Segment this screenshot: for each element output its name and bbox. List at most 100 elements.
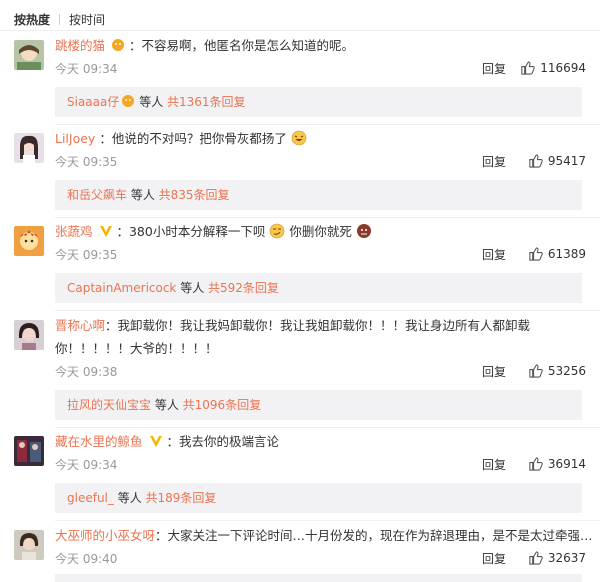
comment-content: ：380小时本分解释一下呗 bbox=[116, 224, 266, 239]
comment-content: ：我卸载你！我让我妈卸载你！我让我姐卸载你！！！我让身边所有人都卸载 bbox=[105, 318, 531, 333]
like-count: 53256 bbox=[547, 363, 586, 378]
member-badge-icon bbox=[111, 38, 125, 52]
sort-by-hot-tab[interactable]: 按热度 bbox=[14, 11, 50, 28]
comment-time: 今天 09:34 bbox=[55, 62, 118, 76]
like-button[interactable]: 53256 bbox=[528, 363, 586, 378]
comment-meta: 今天 09:40 回复 32637 bbox=[55, 550, 586, 568]
avatar[interactable] bbox=[14, 40, 44, 70]
sub-replies-box-partial bbox=[55, 574, 582, 582]
username-link[interactable]: 大巫师的小巫女呀 bbox=[55, 528, 155, 543]
thumbs-up-icon bbox=[529, 364, 543, 378]
avatar[interactable] bbox=[14, 530, 44, 560]
etc-label: 等人 bbox=[151, 398, 183, 412]
comment-content-tail: 你删你就死 bbox=[289, 224, 352, 239]
verified-v-icon bbox=[99, 224, 113, 238]
smirk-emoji-icon bbox=[269, 223, 285, 239]
sub-replies-box[interactable]: CaptainAmericock 等人 共592条回复 bbox=[55, 273, 582, 303]
sub-reply-user[interactable]: 拉风的天仙宝宝 bbox=[67, 398, 151, 412]
username-link[interactable]: 跳楼的猫 bbox=[55, 38, 105, 53]
sub-reply-count[interactable]: 共835条回复 bbox=[159, 188, 230, 202]
comment-text: 张蔬鸡 ：380小时本分解释一下呗 你删你就死 bbox=[55, 222, 586, 242]
comment-content: ：他说的不对吗？把你骨灰都扬了 bbox=[99, 131, 287, 146]
reply-button[interactable]: 回复 bbox=[482, 550, 506, 567]
sub-reply-user[interactable]: 和岳父飙车 bbox=[67, 188, 127, 202]
sub-reply-user[interactable]: Siaaaa仔 bbox=[67, 95, 119, 109]
avatar[interactable] bbox=[14, 320, 44, 350]
sub-reply-user[interactable]: CaptainAmericock bbox=[67, 281, 176, 295]
comment-meta: 今天 09:35 回复 95417 bbox=[55, 153, 586, 171]
comment-time: 今天 09:34 bbox=[55, 458, 118, 472]
comment-text: 藏在水里的鲸鱼 ：我去你的极端言论 bbox=[55, 432, 586, 452]
comment-content: ：大家关注一下评论时间…十月份发的，现在作为辞退理由，是不是太过牵强… bbox=[155, 528, 593, 543]
comment-text: 大巫师的小巫女呀：大家关注一下评论时间…十月份发的，现在作为辞退理由，是不是太过… bbox=[55, 526, 593, 546]
sub-reply-count[interactable]: 共592条回复 bbox=[208, 281, 279, 295]
sort-by-time-tab[interactable]: 按时间 bbox=[69, 11, 105, 28]
comment-text: LilJoey ：他说的不对吗？把你骨灰都扬了 bbox=[55, 129, 586, 149]
avatar[interactable] bbox=[14, 436, 44, 466]
username-link[interactable]: 藏在水里的鲸鱼 bbox=[55, 434, 143, 449]
top-divider bbox=[0, 30, 600, 31]
comment-time: 今天 09:40 bbox=[55, 552, 118, 566]
comment-meta: 今天 09:38 回复 53256 bbox=[55, 363, 586, 381]
avatar[interactable] bbox=[14, 226, 44, 256]
comment-divider bbox=[55, 124, 600, 125]
comment-divider bbox=[55, 427, 600, 428]
avatar[interactable] bbox=[14, 133, 44, 163]
like-count: 36914 bbox=[547, 456, 586, 471]
like-count: 95417 bbox=[547, 153, 586, 168]
sub-reply-count[interactable]: 共1361条回复 bbox=[167, 95, 246, 109]
etc-label: 等人 bbox=[113, 491, 146, 505]
comment-content-line2: 你！！！！！大爷的！！！！ bbox=[55, 341, 218, 356]
username-link[interactable]: 张蔬鸡 bbox=[55, 224, 93, 239]
sort-divider bbox=[59, 13, 61, 25]
sub-reply-count[interactable]: 共1096条回复 bbox=[183, 398, 262, 412]
like-count: 61389 bbox=[547, 246, 586, 261]
sub-reply-user[interactable]: gleeful_ bbox=[67, 491, 114, 505]
comment-divider bbox=[55, 520, 600, 521]
comment-divider bbox=[55, 310, 600, 311]
thumbs-up-icon bbox=[529, 457, 543, 471]
comment-time: 今天 09:38 bbox=[55, 365, 118, 379]
member-badge-icon bbox=[121, 89, 135, 107]
reply-button[interactable]: 回复 bbox=[482, 456, 506, 473]
comment-text-line2: 你！！！！！大爷的！！！！ bbox=[55, 339, 586, 359]
like-button[interactable]: 95417 bbox=[528, 153, 586, 168]
etc-label: 等人 bbox=[135, 95, 168, 109]
like-count: 116694 bbox=[540, 60, 586, 75]
thumbs-up-icon bbox=[529, 247, 543, 261]
like-button[interactable]: 61389 bbox=[528, 246, 586, 261]
sub-replies-box[interactable]: Siaaaa仔 等人 共1361条回复 bbox=[55, 87, 582, 117]
sub-replies-box[interactable]: gleeful_ 等人 共189条回复 bbox=[55, 483, 582, 513]
angry-emoji-icon bbox=[356, 223, 372, 239]
grin-emoji-icon bbox=[291, 130, 307, 146]
like-button[interactable]: 116694 bbox=[520, 60, 586, 75]
comment-text: 跳楼的猫 ：不容易啊，他匿名你是怎么知道的呢。 bbox=[55, 36, 586, 56]
etc-label: 等人 bbox=[127, 188, 159, 202]
comment-time: 今天 09:35 bbox=[55, 248, 118, 262]
verified-v-icon bbox=[149, 434, 163, 448]
username-link[interactable]: LilJoey bbox=[55, 131, 95, 146]
like-count: 32637 bbox=[547, 550, 586, 565]
like-button[interactable]: 36914 bbox=[528, 456, 586, 471]
sub-replies-box[interactable]: 拉风的天仙宝宝 等人 共1096条回复 bbox=[55, 390, 582, 420]
comment-meta: 今天 09:34 回复 116694 bbox=[55, 60, 586, 78]
sort-bar: 按热度 按时间 bbox=[14, 9, 105, 29]
comment-content: ：不容易啊，他匿名你是怎么知道的呢。 bbox=[128, 38, 354, 53]
comment-content: ：我去你的极端言论 bbox=[166, 434, 279, 449]
reply-button[interactable]: 回复 bbox=[482, 246, 506, 263]
sub-reply-count[interactable]: 共189条回复 bbox=[146, 491, 217, 505]
username-link[interactable]: 晋称心啊 bbox=[55, 318, 105, 333]
comment-meta: 今天 09:34 回复 36914 bbox=[55, 456, 586, 474]
comment-time: 今天 09:35 bbox=[55, 155, 118, 169]
reply-button[interactable]: 回复 bbox=[482, 60, 506, 77]
reply-button[interactable]: 回复 bbox=[482, 363, 506, 380]
sub-replies-box[interactable]: 和岳父飙车 等人 共835条回复 bbox=[55, 180, 582, 210]
thumbs-up-icon bbox=[529, 154, 543, 168]
thumbs-up-icon bbox=[529, 551, 543, 565]
thumbs-up-icon bbox=[521, 61, 535, 75]
reply-button[interactable]: 回复 bbox=[482, 153, 506, 170]
comment-meta: 今天 09:35 回复 61389 bbox=[55, 246, 586, 264]
comment-text: 晋称心啊：我卸载你！我让我妈卸载你！我让我姐卸载你！！！我让身边所有人都卸载 bbox=[55, 316, 586, 336]
like-button[interactable]: 32637 bbox=[528, 550, 586, 565]
etc-label: 等人 bbox=[176, 281, 209, 295]
